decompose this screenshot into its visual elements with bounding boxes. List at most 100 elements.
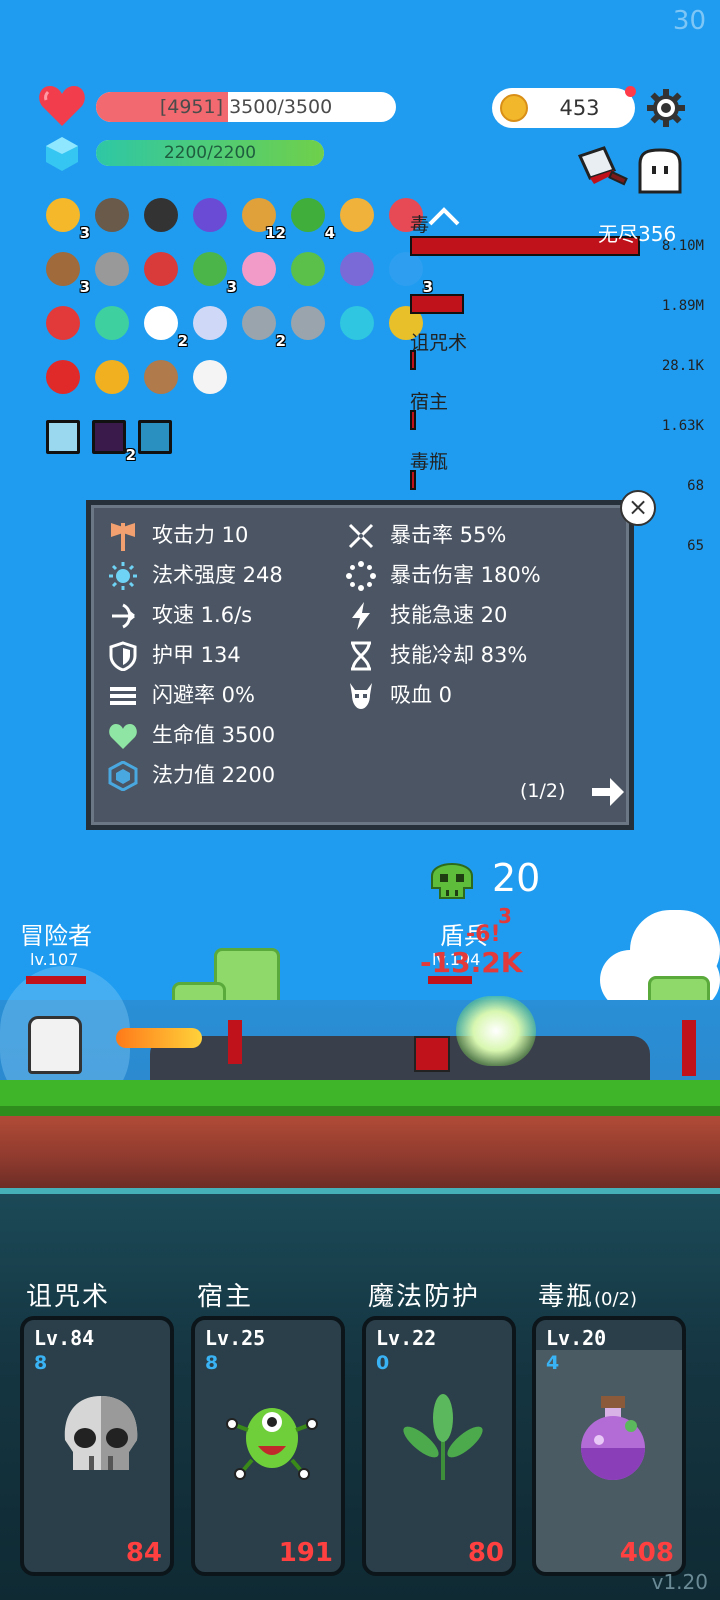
skill-cost: 191 — [278, 1538, 333, 1568]
stat-row: 暴击率 55% — [346, 518, 566, 552]
hero-name: 冒险者 — [20, 922, 92, 950]
mp-text: 2200/2200 — [163, 143, 257, 163]
skill-name: 诅咒术 — [26, 1276, 110, 1313]
inventory-item[interactable]: 3 — [387, 250, 433, 296]
fire-projectile — [116, 1028, 202, 1048]
mana-gem-icon — [46, 137, 78, 171]
inventory-item[interactable] — [289, 304, 329, 344]
pineapple-icon — [95, 360, 129, 394]
stat-label: 攻击力 10 — [152, 523, 249, 547]
settings-gear-icon[interactable] — [646, 88, 686, 128]
orbs-icon — [291, 306, 325, 340]
inventory-item[interactable]: 2 — [90, 418, 136, 464]
damage-bar — [410, 410, 416, 430]
collapse-chevron-icon[interactable] — [426, 206, 462, 226]
hp-bar: [4951] 3500/3500 — [96, 92, 396, 122]
inventory-item[interactable] — [142, 358, 182, 398]
skill-card[interactable]: Lv.20 4 408 — [532, 1316, 686, 1576]
inventory-item[interactable] — [44, 304, 84, 344]
coin-counter: 453 — [492, 88, 635, 128]
inventory-item[interactable]: 4 — [289, 196, 335, 242]
capsule-icon — [193, 306, 227, 340]
inventory-item[interactable] — [191, 304, 231, 344]
vampire-skull-icon — [350, 683, 372, 709]
wizard-hat-icon — [193, 198, 227, 232]
inventory-item[interactable]: 3 — [44, 250, 90, 296]
skill-level: Lv.22 — [376, 1326, 437, 1350]
spiral-tile-icon — [340, 306, 374, 340]
stat-row: 护甲 134 — [108, 638, 328, 672]
inventory-item[interactable] — [136, 418, 176, 458]
inventory-item[interactable] — [44, 358, 84, 398]
skill-card[interactable]: Lv.22 0 80 — [362, 1316, 516, 1576]
mortar-icon — [95, 198, 129, 232]
skill-cost: 80 — [467, 1538, 504, 1568]
stat-label: 技能冷却 83% — [390, 643, 528, 667]
unicorn-icon — [340, 252, 374, 286]
skill-name: 毒瓶(0/2) — [538, 1276, 637, 1313]
poison-skull-icon — [431, 863, 473, 899]
notification-dot — [625, 86, 636, 97]
damage-popup: -13.2K — [420, 946, 523, 979]
inventory-item[interactable] — [289, 250, 329, 290]
damage-popup: -6! — [466, 922, 501, 947]
hero-knight[interactable] — [28, 1016, 82, 1074]
inventory-item[interactable] — [338, 304, 378, 344]
inventory-item[interactable] — [240, 250, 280, 290]
item-count: 3 — [226, 278, 237, 296]
skill-level: Lv.20 — [546, 1326, 607, 1350]
item-count: 4 — [324, 224, 335, 242]
skill-card[interactable]: Lv.25 8 191 — [191, 1316, 345, 1576]
ghost-icon[interactable] — [636, 148, 684, 194]
inventory-item[interactable] — [44, 418, 84, 458]
skill-name-text: 宿主 — [197, 1282, 254, 1312]
hp-value: 3500/3500 — [229, 96, 333, 118]
inventory-item[interactable]: 2 — [142, 304, 188, 350]
inventory-item[interactable] — [93, 250, 133, 290]
inventory-item[interactable]: 3 — [191, 250, 237, 296]
inventory-item[interactable] — [93, 358, 133, 398]
dodge-lines-icon — [110, 687, 136, 705]
light-relic-icon — [46, 420, 80, 454]
skill-cost: 408 — [619, 1538, 674, 1568]
close-button[interactable]: × — [620, 490, 656, 526]
inventory-item[interactable] — [338, 196, 378, 236]
skill-cost: 84 — [125, 1538, 162, 1568]
watermelon-icon — [291, 198, 325, 232]
damage-value: 65 — [687, 538, 704, 554]
stat-label: 生命值 3500 — [152, 723, 276, 747]
poison-bottle-icon — [581, 1396, 645, 1480]
cleaver-icon[interactable] — [578, 146, 630, 192]
inventory-item[interactable] — [93, 196, 133, 236]
crossbow-icon — [112, 603, 135, 629]
inventory-item[interactable]: 3 — [44, 196, 90, 242]
inventory-item[interactable]: 12 — [240, 196, 286, 242]
next-page-arrow-icon[interactable] — [590, 776, 626, 808]
skill-count: (0/2) — [594, 1289, 638, 1310]
hero-level: lv.107 — [30, 950, 79, 969]
grass-edge — [0, 1106, 720, 1116]
stat-row: 闪避率 0% — [108, 678, 328, 712]
sun-icon — [109, 562, 137, 590]
item-count: 2 — [177, 332, 188, 350]
item-count: 3 — [79, 224, 90, 242]
inventory-item[interactable] — [93, 304, 133, 344]
inventory-item[interactable] — [191, 358, 231, 398]
lightning-icon — [352, 602, 370, 630]
stat-row: 暴击伤害 180% — [346, 558, 566, 592]
fps-counter: 30 — [672, 6, 706, 36]
damage-value: 68 — [687, 478, 704, 494]
skill-card[interactable]: Lv.84 8 84 — [20, 1316, 174, 1576]
stat-label: 法力值 2200 — [152, 763, 276, 787]
inventory-item[interactable] — [142, 250, 182, 290]
damage-value: 1.63K — [661, 418, 704, 434]
enemy-horde — [150, 1036, 650, 1080]
inventory-item[interactable] — [142, 196, 182, 236]
inventory-item[interactable] — [338, 250, 378, 290]
shield-soldier[interactable] — [414, 1036, 450, 1072]
armor-shield-icon — [109, 641, 137, 671]
inventory-item[interactable] — [191, 196, 231, 236]
skill-charges: 8 — [34, 1352, 48, 1374]
endless-wave-label: 无尽356 — [598, 222, 677, 246]
inventory-item[interactable]: 2 — [240, 304, 286, 350]
